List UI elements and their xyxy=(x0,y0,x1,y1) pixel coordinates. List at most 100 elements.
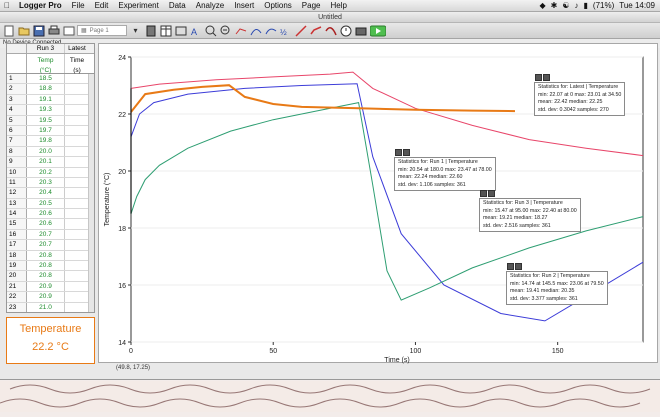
time-cell[interactable] xyxy=(65,282,89,291)
table-icon[interactable] xyxy=(159,24,172,37)
zoom-out-icon[interactable] xyxy=(219,24,232,37)
table-row[interactable]: 2321.0 xyxy=(7,303,94,313)
clock[interactable]: Tue 14:09 xyxy=(619,1,655,10)
time-column-header[interactable]: Time (s) xyxy=(65,54,89,73)
stats-options-icon[interactable] xyxy=(395,149,402,156)
stats-options-icon[interactable] xyxy=(480,190,487,197)
temp-cell[interactable]: 20.3 xyxy=(27,178,65,187)
menu-options[interactable]: Options xyxy=(259,1,297,10)
curve-fit-icon[interactable] xyxy=(309,24,322,37)
table-row[interactable]: 218.8 xyxy=(7,84,94,94)
stats-close-icon[interactable] xyxy=(488,190,495,197)
time-cell[interactable] xyxy=(65,95,89,104)
temp-cell[interactable]: 20.6 xyxy=(27,209,65,218)
autoscale-icon[interactable]: A xyxy=(189,24,202,37)
time-cell[interactable] xyxy=(65,219,89,228)
time-cell[interactable] xyxy=(65,240,89,249)
examine-icon[interactable] xyxy=(234,24,247,37)
time-cell[interactable] xyxy=(65,84,89,93)
table-row[interactable]: 1420.6 xyxy=(7,209,94,219)
table-row[interactable]: 719.8 xyxy=(7,136,94,146)
temp-cell[interactable]: 20.7 xyxy=(27,240,65,249)
table-row[interactable]: 1320.5 xyxy=(7,199,94,209)
temp-cell[interactable]: 20.8 xyxy=(27,271,65,280)
time-cell[interactable] xyxy=(65,271,89,280)
menu-insert[interactable]: Insert xyxy=(229,1,259,10)
linear-fit-icon[interactable] xyxy=(294,24,307,37)
table-row[interactable]: 820.0 xyxy=(7,147,94,157)
table-row[interactable]: 1920.8 xyxy=(7,261,94,271)
temp-cell[interactable]: 20.5 xyxy=(27,199,65,208)
stats-options-icon[interactable] xyxy=(535,74,542,81)
table-row[interactable]: 1520.6 xyxy=(7,219,94,229)
temp-cell[interactable]: 19.3 xyxy=(27,105,65,114)
time-cell[interactable] xyxy=(65,105,89,114)
temp-cell[interactable]: 20.9 xyxy=(27,292,65,301)
time-cell[interactable] xyxy=(65,230,89,239)
time-cell[interactable] xyxy=(65,157,89,166)
temp-cell[interactable]: 20.8 xyxy=(27,251,65,260)
table-row[interactable]: 2020.8 xyxy=(7,271,94,281)
chevron-down-icon[interactable]: ▾ xyxy=(129,24,142,37)
time-cell[interactable] xyxy=(65,74,89,83)
time-cell[interactable] xyxy=(65,303,89,312)
table-row[interactable]: 1020.2 xyxy=(7,168,94,178)
save-icon[interactable] xyxy=(32,24,45,37)
table-row[interactable]: 1220.4 xyxy=(7,188,94,198)
table-row[interactable]: 419.3 xyxy=(7,105,94,115)
page-prev-icon[interactable] xyxy=(62,24,75,37)
temp-cell[interactable]: 19.8 xyxy=(27,136,65,145)
zoom-in-icon[interactable] xyxy=(204,24,217,37)
menu-experiment[interactable]: Experiment xyxy=(113,1,163,10)
time-cell[interactable] xyxy=(65,209,89,218)
temp-cell[interactable]: 20.1 xyxy=(27,157,65,166)
table-row[interactable]: 2120.9 xyxy=(7,282,94,292)
run-3-header[interactable]: Run 3 xyxy=(27,44,65,53)
bluetooth-icon[interactable]: ✱ xyxy=(551,1,558,10)
table-row[interactable]: 1820.8 xyxy=(7,251,94,261)
table-row[interactable]: 1120.3 xyxy=(7,178,94,188)
volume-icon[interactable]: ♪ xyxy=(575,1,579,10)
model-icon[interactable] xyxy=(324,24,337,37)
table-row[interactable]: 1720.7 xyxy=(7,240,94,250)
temp-cell[interactable]: 20.6 xyxy=(27,219,65,228)
time-cell[interactable] xyxy=(65,199,89,208)
stats-close-icon[interactable] xyxy=(543,74,550,81)
menu-edit[interactable]: Edit xyxy=(90,1,114,10)
temperature-meter[interactable]: Temperature 22.2 °C xyxy=(6,317,95,364)
time-cell[interactable] xyxy=(65,116,89,125)
temp-cell[interactable]: 21.0 xyxy=(27,303,65,312)
stats-box-run-2[interactable]: Statistics for: Run 2 | Temperature min:… xyxy=(506,271,608,305)
latest-header[interactable]: Latest xyxy=(65,44,89,53)
time-cell[interactable] xyxy=(65,168,89,177)
wifi-icon[interactable]: ☯ xyxy=(562,1,569,10)
time-cell[interactable] xyxy=(65,147,89,156)
collect-button[interactable] xyxy=(369,24,387,37)
table-row[interactable]: 1620.7 xyxy=(7,230,94,240)
temp-cell[interactable]: 19.1 xyxy=(27,95,65,104)
data-collection-icon[interactable] xyxy=(354,24,367,37)
lab-book-icon[interactable] xyxy=(144,24,157,37)
table-row[interactable]: 920.1 xyxy=(7,157,94,167)
time-cell[interactable] xyxy=(65,136,89,145)
temp-cell[interactable]: 19.7 xyxy=(27,126,65,135)
temp-cell[interactable]: 20.2 xyxy=(27,168,65,177)
menu-file[interactable]: File xyxy=(67,1,90,10)
temp-cell[interactable]: 20.0 xyxy=(27,147,65,156)
time-cell[interactable] xyxy=(65,261,89,270)
menu-page[interactable]: Page xyxy=(297,1,326,10)
temp-cell[interactable]: 20.4 xyxy=(27,188,65,197)
table-row[interactable]: 118.5 xyxy=(7,74,94,84)
table-row[interactable]: 619.7 xyxy=(7,126,94,136)
menu-analyze[interactable]: Analyze xyxy=(191,1,229,10)
temp-cell[interactable]: 18.5 xyxy=(27,74,65,83)
time-cell[interactable] xyxy=(65,251,89,260)
tangent-icon[interactable] xyxy=(249,24,262,37)
table-scrollbar[interactable] xyxy=(88,74,94,312)
temp-cell[interactable]: 20.9 xyxy=(27,282,65,291)
stats-close-icon[interactable] xyxy=(403,149,410,156)
temp-cell[interactable]: 20.8 xyxy=(27,261,65,270)
menu-help[interactable]: Help xyxy=(325,1,351,10)
temp-cell[interactable]: 19.5 xyxy=(27,116,65,125)
timer-icon[interactable] xyxy=(339,24,352,37)
